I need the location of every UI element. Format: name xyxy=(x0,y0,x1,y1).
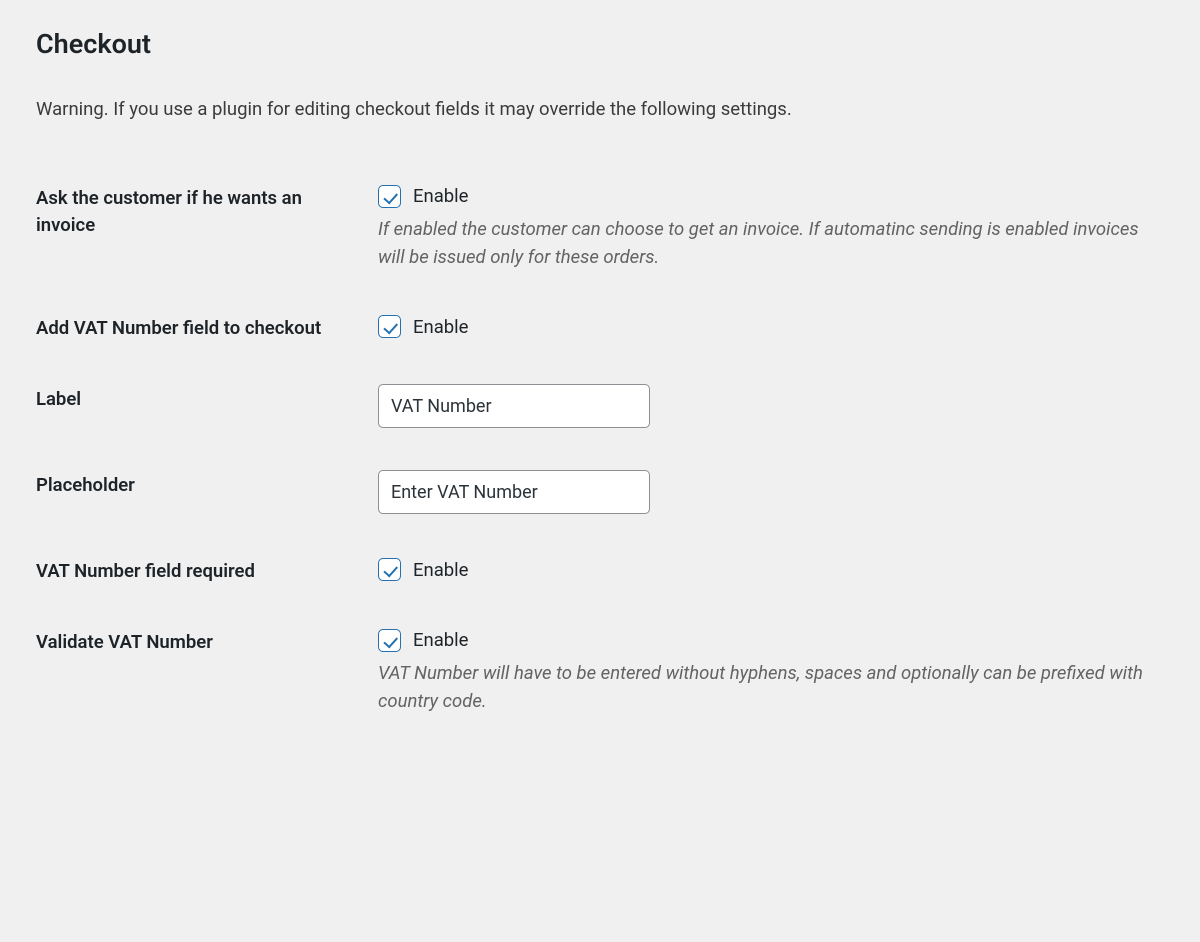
checkbox-ask-invoice[interactable] xyxy=(378,185,401,208)
checkbox-add-vat[interactable] xyxy=(378,315,401,338)
help-validate-vat: VAT Number will have to be entered witho… xyxy=(378,660,1164,716)
checkbox-vat-required[interactable] xyxy=(378,558,401,581)
check-line-vat-required[interactable]: Enable xyxy=(378,558,1164,581)
row-label-vat-placeholder: Placeholder xyxy=(36,470,368,499)
page-title: Checkout xyxy=(36,28,1164,60)
row-label-vat-label: Label xyxy=(36,384,368,413)
checkbox-label-vat-required: Enable xyxy=(413,559,469,581)
checkbox-label-ask-invoice: Enable xyxy=(413,185,469,207)
check-line-ask-invoice[interactable]: Enable xyxy=(378,185,1164,208)
row-vat-label: Label xyxy=(36,364,1164,450)
input-vat-placeholder[interactable] xyxy=(378,470,650,514)
checkbox-validate-vat[interactable] xyxy=(378,629,401,652)
warning-text: Warning. If you use a plugin for editing… xyxy=(36,96,1164,123)
help-ask-invoice: If enabled the customer can choose to ge… xyxy=(378,216,1164,272)
row-label-ask-invoice: Ask the customer if he wants an invoice xyxy=(36,183,368,239)
row-label-validate-vat: Validate VAT Number xyxy=(36,627,368,656)
check-line-validate-vat[interactable]: Enable xyxy=(378,629,1164,652)
row-ask-invoice: Ask the customer if he wants an invoice … xyxy=(36,163,1164,294)
input-vat-label[interactable] xyxy=(378,384,650,428)
row-add-vat: Add VAT Number field to checkout Enable xyxy=(36,293,1164,364)
checkbox-label-validate-vat: Enable xyxy=(413,629,469,651)
checkbox-label-add-vat: Enable xyxy=(413,316,469,338)
row-validate-vat: Validate VAT Number Enable VAT Number wi… xyxy=(36,607,1164,738)
row-vat-placeholder: Placeholder xyxy=(36,450,1164,536)
row-vat-required: VAT Number field required Enable xyxy=(36,536,1164,607)
row-label-add-vat: Add VAT Number field to checkout xyxy=(36,313,368,342)
check-line-add-vat[interactable]: Enable xyxy=(378,315,1164,338)
row-label-vat-required: VAT Number field required xyxy=(36,556,368,585)
